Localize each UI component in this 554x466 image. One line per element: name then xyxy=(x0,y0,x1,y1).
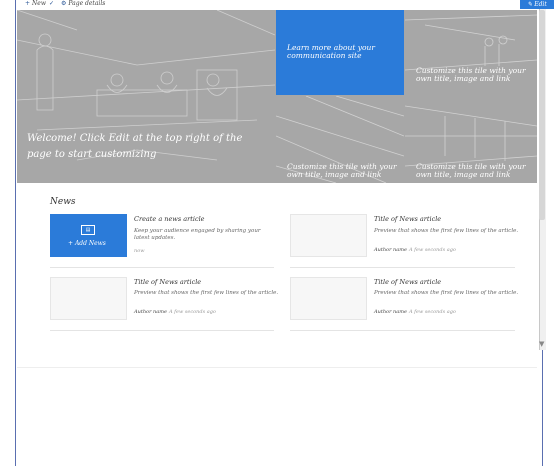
tile-top-right-text: Customize this tile with your own title,… xyxy=(416,66,526,83)
hero-main-tile[interactable]: Welcome! Click Edit at the top right of … xyxy=(17,10,275,183)
news-item-author: Author name xyxy=(374,247,407,253)
news-divider xyxy=(290,267,515,268)
page-details-button[interactable]: ⚙ Page details xyxy=(61,0,105,8)
news-item-time: A few seconds ago xyxy=(408,309,456,315)
section-separator xyxy=(17,367,537,368)
news-thumbnail[interactable] xyxy=(50,277,127,320)
news-thumbnail[interactable] xyxy=(290,277,367,320)
hero-tile-top-right[interactable]: Customize this tile with your own title,… xyxy=(405,10,537,95)
hero-tile-bottom-right[interactable]: Customize this tile with your own title,… xyxy=(405,96,537,183)
hero-welcome-text: Welcome! Click Edit at the top right of … xyxy=(27,133,243,160)
edit-button[interactable]: ✎ Edit xyxy=(520,0,554,9)
edit-label: Edit xyxy=(534,1,547,8)
news-item-description: Preview that shows the first few lines o… xyxy=(134,290,279,296)
hero-tile-bottom-mid[interactable]: Customize this tile with your own title,… xyxy=(276,96,404,183)
news-divider xyxy=(290,330,515,331)
news-item-description: Preview that shows the first few lines o… xyxy=(374,228,519,234)
check-icon[interactable]: ✓ xyxy=(49,0,54,8)
news-item-description: Keep your audience engaged by sharing yo… xyxy=(134,228,261,241)
scroll-down-arrow-icon[interactable]: ▼ xyxy=(539,341,544,348)
hero-blue-tile[interactable]: Learn more about your communication site xyxy=(276,10,404,95)
hero-section: Welcome! Click Edit at the top right of … xyxy=(17,10,537,183)
news-divider xyxy=(50,330,274,331)
blue-tile-text: Learn more about your communication site xyxy=(287,43,375,60)
news-item-title[interactable]: Title of News article xyxy=(374,278,441,286)
plus-icon: + xyxy=(68,240,75,247)
news-item-description: Preview that shows the first few lines o… xyxy=(374,290,519,296)
news-item-author: Author name xyxy=(374,309,407,315)
news-item-title[interactable]: Title of News article xyxy=(134,278,201,286)
gear-icon: ⚙ xyxy=(61,0,67,7)
news-icon: ▤ xyxy=(81,225,95,235)
news-item-title[interactable]: Create a news article xyxy=(134,215,205,223)
news-item-meta: Author name A few seconds ago xyxy=(134,309,216,315)
news-thumbnail[interactable] xyxy=(290,214,367,257)
new-button[interactable]: + New xyxy=(25,0,46,8)
left-edge-line xyxy=(15,0,16,466)
news-divider xyxy=(50,267,274,268)
news-item-meta: Author name A few seconds ago xyxy=(374,247,456,253)
news-section-title: News xyxy=(50,197,76,207)
news-item-time: A few seconds ago xyxy=(408,247,456,253)
news-item-time: A few seconds ago xyxy=(168,309,216,315)
add-news-tile[interactable]: ▤ + Add News xyxy=(50,214,127,257)
command-bar: + New ✓ ⚙ Page details ✎ Edit xyxy=(17,0,554,9)
news-item-time: now xyxy=(134,248,145,254)
news-item-author: Author name xyxy=(134,309,167,315)
new-label: New xyxy=(32,0,46,7)
news-item-meta: Author name A few seconds ago xyxy=(374,309,456,315)
scrollbar-thumb[interactable] xyxy=(539,10,545,220)
add-news-label: Add News xyxy=(74,240,106,247)
page-details-label: Page details xyxy=(68,0,106,7)
plus-icon: + xyxy=(25,0,31,7)
news-item-title[interactable]: Title of News article xyxy=(374,215,441,223)
tile-bottom-right-text: Customize this tile with your own title,… xyxy=(416,162,526,179)
tile-bottom-mid-text: Customize this tile with your own title,… xyxy=(287,162,397,179)
